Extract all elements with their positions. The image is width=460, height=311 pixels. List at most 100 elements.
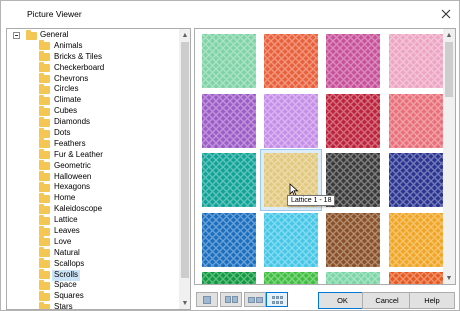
tree-item[interactable]: Lattice bbox=[7, 214, 179, 226]
two-column-icon-b bbox=[231, 296, 238, 303]
lattice-tile[interactable] bbox=[264, 94, 318, 148]
two-column-view-button[interactable] bbox=[220, 292, 242, 307]
folder-icon bbox=[39, 301, 50, 309]
tree-item[interactable]: Love bbox=[7, 236, 179, 248]
lattice-tile[interactable] bbox=[202, 153, 256, 207]
folder-icon bbox=[39, 51, 50, 62]
lattice-tile[interactable] bbox=[326, 272, 380, 284]
lattice-tile[interactable] bbox=[389, 34, 443, 88]
tree-item[interactable]: Chevrons bbox=[7, 73, 179, 85]
tree-item-label: Geometric bbox=[54, 160, 91, 170]
picture-grid-panel: Lattice 1 - 18 ▲ ▼ bbox=[194, 28, 456, 285]
lattice-tile[interactable] bbox=[389, 153, 443, 207]
grid-view-button[interactable] bbox=[266, 292, 288, 307]
scroll-thumb[interactable] bbox=[181, 42, 189, 278]
lattice-tile[interactable] bbox=[264, 34, 318, 88]
tree-item[interactable]: Kaleidoscope bbox=[7, 203, 179, 215]
tree-item-label: Fur & Leather bbox=[54, 149, 103, 159]
tree-item-label: Bricks & Tiles bbox=[54, 51, 103, 61]
tree-item[interactable]: Halloween bbox=[7, 171, 179, 183]
folder-icon bbox=[39, 40, 50, 51]
tree-item-label: Animals bbox=[54, 40, 83, 50]
ok-button[interactable]: OK bbox=[318, 292, 367, 309]
tree-item-label: Love bbox=[54, 236, 72, 246]
collapse-icon[interactable] bbox=[13, 32, 20, 39]
single-view-button[interactable] bbox=[196, 292, 218, 307]
grid-cell-icon bbox=[275, 300, 279, 304]
tree-item-label: Dots bbox=[54, 128, 71, 138]
tree-item[interactable]: Leaves bbox=[7, 225, 179, 237]
lattice-tile[interactable] bbox=[326, 34, 380, 88]
folder-icon bbox=[39, 247, 50, 258]
folder-icon bbox=[39, 225, 50, 236]
folder-icon bbox=[39, 214, 50, 225]
tree-item[interactable]: Fur & Leather bbox=[7, 149, 179, 161]
help-button[interactable]: Help bbox=[409, 292, 455, 309]
folder-icon bbox=[39, 94, 50, 105]
scroll-down-icon[interactable]: ▼ bbox=[443, 272, 455, 284]
tree-item[interactable]: Climate bbox=[7, 94, 179, 106]
scroll-thumb[interactable] bbox=[445, 42, 453, 97]
tree-item[interactable]: Dots bbox=[7, 127, 179, 139]
tree-item[interactable]: Space bbox=[7, 279, 179, 291]
lattice-tile[interactable] bbox=[264, 272, 318, 284]
cancel-button[interactable]: Cancel bbox=[362, 292, 412, 309]
lattice-tile[interactable] bbox=[389, 94, 443, 148]
single-view-icon bbox=[203, 295, 211, 304]
scroll-down-icon[interactable]: ▼ bbox=[179, 297, 190, 309]
tree-item-label: Hexagons bbox=[54, 182, 91, 192]
tree-item[interactable]: Bricks & Tiles bbox=[7, 51, 179, 63]
picture-scrollbar[interactable]: ▲ ▼ bbox=[443, 29, 455, 284]
tree-item[interactable]: Scallops bbox=[7, 258, 179, 270]
folder-icon bbox=[39, 116, 50, 127]
lattice-tile[interactable] bbox=[202, 272, 256, 284]
tree-item[interactable]: Animals bbox=[7, 40, 179, 52]
tree-item[interactable]: Diamonds bbox=[7, 116, 179, 128]
tree-item-label: Leaves bbox=[54, 226, 80, 236]
lattice-tile[interactable] bbox=[202, 34, 256, 88]
tree-item[interactable]: Hexagons bbox=[7, 181, 179, 193]
lattice-tile[interactable] bbox=[202, 94, 256, 148]
tree-item[interactable]: Squares bbox=[7, 290, 179, 302]
tree-item[interactable]: Circles bbox=[7, 83, 179, 95]
tree-scrollbar[interactable]: ▲ ▼ bbox=[179, 29, 190, 309]
tree-item-label: Circles bbox=[54, 84, 79, 94]
tree-item[interactable]: Geometric bbox=[7, 160, 179, 172]
lattice-tile[interactable] bbox=[202, 213, 256, 267]
folder-icon bbox=[39, 149, 50, 160]
lattice-tile[interactable] bbox=[326, 213, 380, 267]
scroll-up-icon[interactable]: ▲ bbox=[179, 29, 190, 41]
wide-view-icon-b bbox=[255, 296, 263, 303]
tree-root-general[interactable]: General bbox=[7, 29, 179, 41]
tree-item[interactable]: Scrolls bbox=[7, 269, 179, 281]
close-button[interactable] bbox=[437, 5, 455, 23]
window-title: Picture Viewer bbox=[27, 9, 82, 19]
folder-icon bbox=[39, 73, 50, 84]
tree-item[interactable]: Cubes bbox=[7, 105, 179, 117]
grid-cell-icon bbox=[271, 300, 275, 304]
close-icon bbox=[441, 9, 451, 19]
tree-item[interactable]: Feathers bbox=[7, 138, 179, 150]
tree-item-label: Cubes bbox=[54, 106, 78, 116]
tree-item-label: Stars bbox=[54, 302, 73, 310]
category-tree: General Animals Bricks & Tiles Checkerboar… bbox=[6, 28, 191, 310]
tree-item[interactable]: Stars bbox=[7, 301, 179, 310]
folder-icon bbox=[39, 181, 50, 192]
folder-icon bbox=[39, 236, 50, 247]
tree-item[interactable]: Home bbox=[7, 192, 179, 204]
lattice-tile[interactable] bbox=[264, 213, 318, 267]
wide-view-button[interactable] bbox=[244, 292, 266, 307]
tree-item-label: Halloween bbox=[54, 171, 92, 181]
lattice-tile[interactable] bbox=[389, 272, 443, 284]
tree-item-label: Natural bbox=[54, 247, 80, 257]
tree-item[interactable]: Natural bbox=[7, 247, 179, 259]
tree-item-label: Diamonds bbox=[54, 117, 91, 127]
folder-icon bbox=[39, 258, 50, 269]
folder-icon bbox=[39, 269, 50, 280]
tree-item-label: Home bbox=[54, 193, 76, 203]
lattice-tile[interactable] bbox=[389, 213, 443, 267]
lattice-tile[interactable] bbox=[326, 94, 380, 148]
tree-item[interactable]: Checkerboard bbox=[7, 62, 179, 74]
scroll-up-icon[interactable]: ▲ bbox=[443, 29, 455, 41]
category-list: General Animals Bricks & Tiles Checkerboar… bbox=[7, 29, 179, 310]
